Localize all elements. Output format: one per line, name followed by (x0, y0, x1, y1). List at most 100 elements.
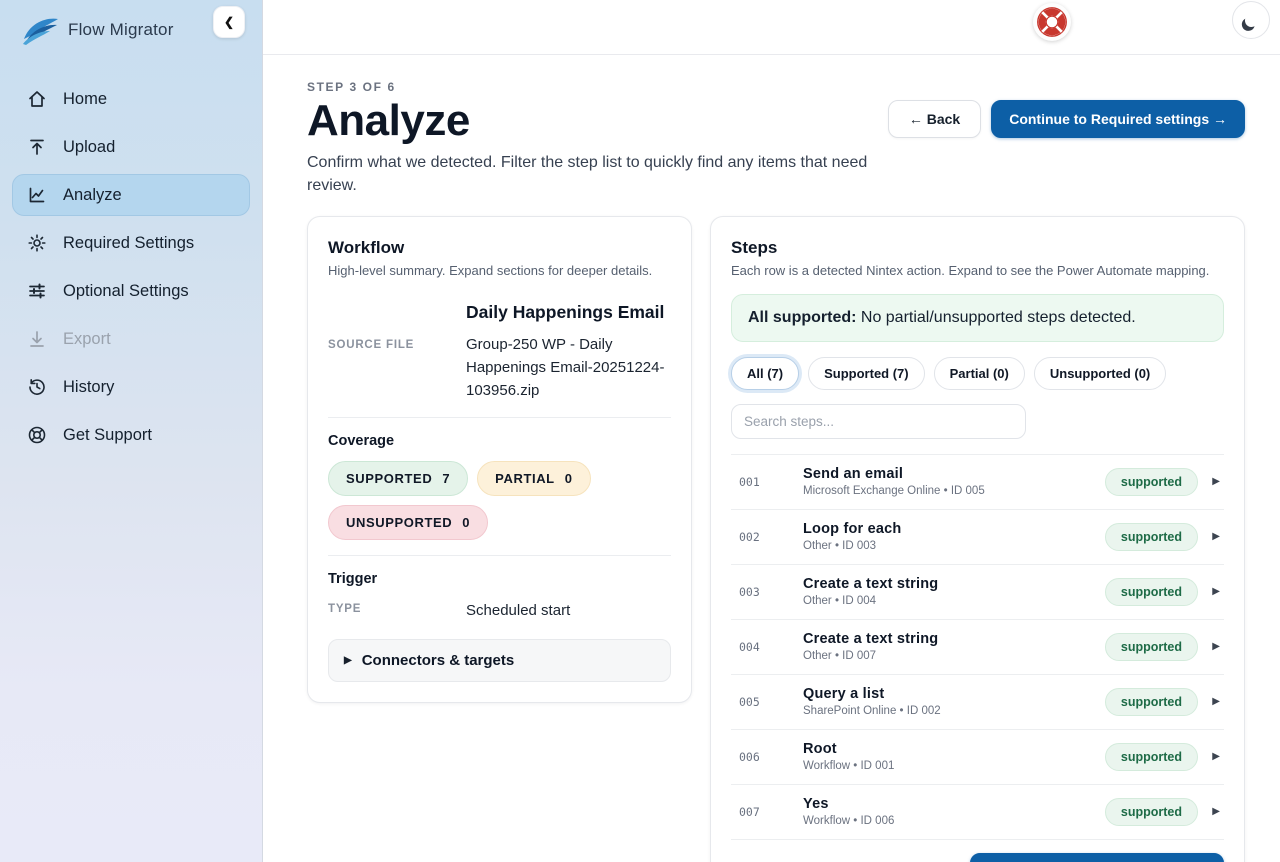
lifebuoy-icon (26, 424, 48, 446)
step-meta: Workflow • ID 006 (803, 815, 1105, 827)
expand-arrow-icon: ▶ (1198, 696, 1224, 707)
expand-arrow-icon: ▶ (1198, 476, 1224, 487)
step-row[interactable]: 004 Create a text string Other • ID 007 … (731, 620, 1224, 675)
workflow-card-subtitle: High-level summary. Expand sections for … (328, 263, 671, 278)
step-title: Send an email (803, 466, 1105, 482)
step-row[interactable]: 005 Query a list SharePoint Online • ID … (731, 675, 1224, 730)
step-meta: Other • ID 007 (803, 650, 1105, 662)
page-title: Analyze (307, 96, 882, 146)
step-number: 001 (739, 475, 803, 489)
step-row[interactable]: 006 Root Workflow • ID 001 supported ▶ (731, 730, 1224, 785)
support-lifebuoy-button[interactable] (1033, 3, 1071, 41)
continue-button[interactable]: Continue to Required settings → (991, 100, 1245, 138)
step-title: Create a text string (803, 631, 1105, 647)
sidebar: Flow Migrator ❮ Home Upload (0, 0, 263, 862)
dark-mode-toggle[interactable] (1232, 1, 1270, 39)
sidebar-item-analyze[interactable]: Analyze (12, 174, 250, 216)
source-file-label: SOURCE FILE (328, 335, 466, 403)
sidebar-item-label: Upload (63, 138, 115, 157)
workflow-card: Workflow High-level summary. Expand sect… (307, 216, 692, 702)
step-meta: Other • ID 004 (803, 595, 1105, 607)
coverage-supported-pill: SUPPORTED 7 (328, 461, 468, 496)
history-clock-icon (26, 376, 48, 398)
home-icon (26, 88, 48, 110)
sidebar-item-home[interactable]: Home (12, 78, 250, 120)
flow-migrator-logo-icon (20, 13, 60, 47)
step-row[interactable]: 007 Yes Workflow • ID 006 supported ▶ (731, 785, 1224, 840)
filter-chips: All (7) Supported (7) Partial (0) Unsupp… (731, 357, 1224, 390)
sidebar-collapse-button[interactable]: ❮ (213, 6, 245, 38)
step-meta: Other • ID 003 (803, 540, 1105, 552)
step-number: 003 (739, 585, 803, 599)
workflow-name: Daily Happenings Email (466, 299, 671, 326)
line-chart-icon (26, 184, 48, 206)
upload-icon (26, 136, 48, 158)
step-title: Yes (803, 796, 1105, 812)
step-row[interactable]: 003 Create a text string Other • ID 004 … (731, 565, 1224, 620)
sidebar-item-required-settings[interactable]: Required Settings (12, 222, 250, 264)
app-title: Flow Migrator (68, 20, 174, 40)
coverage-heading: Coverage (328, 433, 671, 449)
expand-arrow-icon: ▶ (1198, 641, 1224, 652)
connectors-targets-accordion[interactable]: ▶ Connectors & targets (328, 639, 671, 682)
status-badge: supported (1105, 578, 1198, 606)
steps-card-subtitle: Each row is a detected Nintex action. Ex… (731, 263, 1224, 278)
coverage-partial-count: 0 (565, 471, 573, 486)
step-number: 007 (739, 805, 803, 819)
page-header: STEP 3 OF 6 Analyze Confirm what we dete… (307, 80, 1245, 197)
sidebar-item-history[interactable]: History (12, 366, 250, 408)
step-number: 002 (739, 530, 803, 544)
status-badge: supported (1105, 523, 1198, 551)
filter-chip-unsupported[interactable]: Unsupported (0) (1034, 357, 1166, 390)
sidebar-item-get-support[interactable]: Get Support (12, 414, 250, 456)
sidebar-item-label: Optional Settings (63, 282, 189, 301)
coverage-unsupported-pill: UNSUPPORTED 0 (328, 505, 488, 540)
coverage-unsupported-count: 0 (462, 515, 470, 530)
page-content: STEP 3 OF 6 Analyze Confirm what we dete… (263, 55, 1280, 862)
step-title: Root (803, 741, 1105, 757)
coverage-partial-pill: PARTIAL 0 (477, 461, 590, 496)
lifebuoy-red-icon (1036, 6, 1068, 38)
main-area: STEP 3 OF 6 Analyze Confirm what we dete… (263, 0, 1280, 862)
step-title: Query a list (803, 686, 1105, 702)
step-meta: SharePoint Online • ID 002 (803, 705, 1105, 717)
cards-row: Workflow High-level summary. Expand sect… (307, 216, 1245, 862)
step-number: 004 (739, 640, 803, 654)
step-meta: Microsoft Exchange Online • ID 005 (803, 485, 1105, 497)
step-title: Create a text string (803, 576, 1105, 592)
download-icon (26, 328, 48, 350)
gear-icon (26, 232, 48, 254)
sidebar-item-label: Get Support (63, 426, 152, 445)
expand-arrow-icon: ▶ (1198, 751, 1224, 762)
sidebar-item-upload[interactable]: Upload (12, 126, 250, 168)
all-supported-banner: All supported: No partial/unsupported st… (731, 294, 1224, 342)
sidebar-item-optional-settings[interactable]: Optional Settings (12, 270, 250, 312)
step-list: 001 Send an email Microsoft Exchange Onl… (731, 454, 1224, 840)
step-number: 005 (739, 695, 803, 709)
filter-chip-supported[interactable]: Supported (7) (808, 357, 925, 390)
status-badge: supported (1105, 468, 1198, 496)
divider (328, 555, 671, 556)
divider (328, 417, 671, 418)
trigger-heading: Trigger (328, 571, 671, 587)
filter-chip-all[interactable]: All (7) (731, 357, 799, 390)
back-button[interactable]: ← Back (888, 100, 981, 138)
status-badge: supported (1105, 633, 1198, 661)
source-file-value: Group-250 WP - Daily Happenings Email-20… (466, 333, 671, 403)
connectors-targets-label: Connectors & targets (362, 652, 515, 669)
sidebar-item-label: Analyze (63, 186, 122, 205)
search-steps-input[interactable] (731, 404, 1026, 439)
step-row[interactable]: 001 Send an email Microsoft Exchange Onl… (731, 455, 1224, 510)
status-badge: supported (1105, 688, 1198, 716)
trigger-type-label: TYPE (328, 599, 466, 622)
sidebar-nav: Home Upload Analyze (12, 78, 250, 456)
filter-chip-partial[interactable]: Partial (0) (934, 357, 1025, 390)
expand-arrow-icon: ▶ (1198, 806, 1224, 817)
app-root: Flow Migrator ❮ Home Upload (0, 0, 1280, 862)
steps-card: Steps Each row is a detected Nintex acti… (710, 216, 1245, 862)
sliders-icon (26, 280, 48, 302)
step-row[interactable]: 002 Loop for each Other • ID 003 support… (731, 510, 1224, 565)
chevron-left-icon: ❮ (224, 15, 234, 29)
steps-card-title: Steps (731, 238, 1224, 258)
continue-button-bottom[interactable]: Continue to Required settings → (970, 853, 1224, 862)
